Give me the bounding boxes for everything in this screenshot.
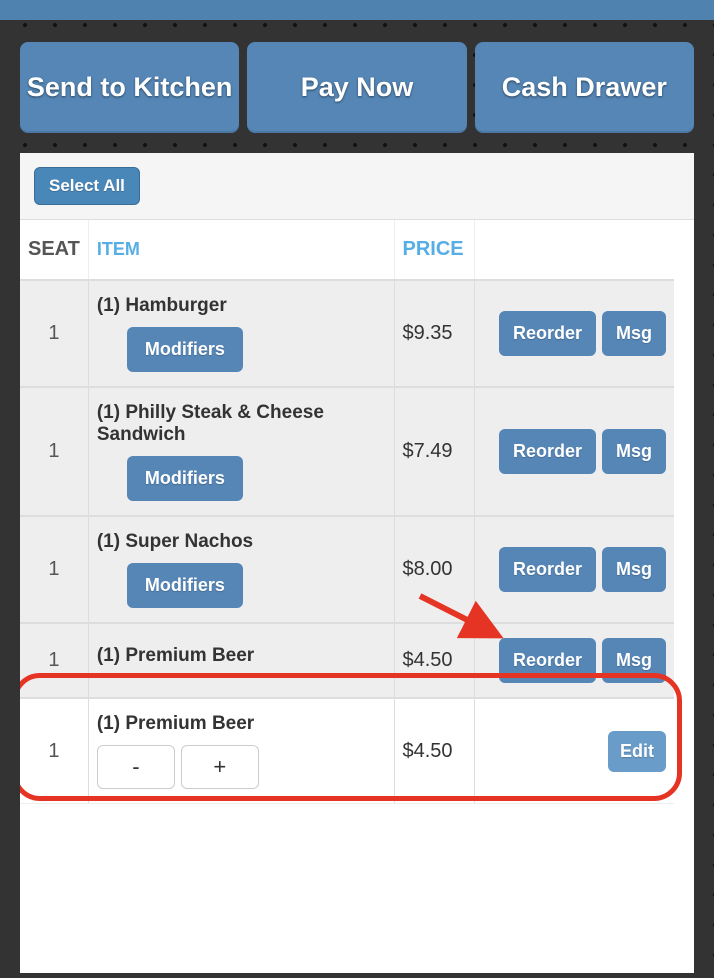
seat-cell: 1 [20,516,88,623]
seat-cell: 1 [20,280,88,387]
order-table: SEAT ITEM PRICE 1 (1) Hamburger Modifiers $… [20,220,674,804]
panel-header: Select All [20,153,694,220]
msg-button[interactable]: Msg [602,638,666,683]
order-panel: Select All SEAT ITEM PRICE 1(1) Hamburge… [20,153,694,973]
reorder-button[interactable]: Reorder [499,311,596,356]
item-cell: (1) Hamburger Modifiers [88,280,394,387]
action-row: Send to Kitchen Pay Now Cash Drawer [0,20,714,153]
cash-drawer-button[interactable]: Cash Drawer [475,42,694,133]
item-name: (1) Philly Steak & Cheese Sandwich [97,402,386,446]
msg-button[interactable]: Msg [602,547,666,592]
actions-cell: ReorderMsg [474,516,674,623]
item-cell: (1) Premium Beer [88,623,394,698]
table-row: 1(1) Premium Beer$4.50ReorderMsg [20,623,674,698]
seat-cell: 1 [20,387,88,516]
msg-button[interactable]: Msg [602,429,666,474]
actions-cell: ReorderMsg [474,623,674,698]
modifiers-button[interactable]: Modifiers [127,327,243,372]
price-cell: $4.50 [394,623,474,698]
col-actions [474,220,674,280]
edit-button[interactable]: Edit [608,731,666,772]
modifiers-button[interactable]: Modifiers [127,563,243,608]
reorder-button[interactable]: Reorder [499,429,596,474]
send-to-kitchen-button[interactable]: Send to Kitchen [20,42,239,133]
reorder-button[interactable]: Reorder [499,547,596,592]
col-item: ITEM [88,220,394,280]
price-cell: $8.00 [394,516,474,623]
table-row: 1(1) Super NachosModifiers$8.00ReorderMs… [20,516,674,623]
table-row: 1(1) HamburgerModifiers$9.35ReorderMsg [20,280,674,387]
col-seat: SEAT [20,220,88,280]
item-name: (1) Premium Beer [97,645,386,667]
item-name: (1) Premium Beer [97,713,386,735]
qty-row: -+ [97,745,386,789]
table-row: 1(1) Premium Beer-+$4.50Edit [20,698,674,804]
price-cell: $9.35 [394,280,474,387]
table-row: 1(1) Philly Steak & Cheese Sandwich Modif… [20,387,674,516]
actions-cell: ReorderMsg [474,280,674,387]
msg-button[interactable]: Msg [602,311,666,356]
modifiers-button[interactable]: Modifiers [127,456,243,501]
select-all-button[interactable]: Select All [34,167,140,205]
qty-minus-button[interactable]: - [97,745,175,789]
qty-plus-button[interactable]: + [181,745,259,789]
item-cell: (1) Super Nachos Modifiers [88,516,394,623]
price-cell: $7.49 [394,387,474,516]
actions-cell: Edit [474,698,674,804]
item-name: (1) Hamburger [97,295,386,317]
item-name: (1) Super Nachos [97,531,386,553]
actions-cell: ReorderMsg [474,387,674,516]
top-bar [0,0,714,20]
pay-now-button[interactable]: Pay Now [247,42,466,133]
seat-cell: 1 [20,623,88,698]
seat-cell: 1 [20,698,88,804]
item-cell: (1) Philly Steak & Cheese Sandwich Modifi… [88,387,394,516]
reorder-button[interactable]: Reorder [499,638,596,683]
price-cell: $4.50 [394,698,474,804]
item-cell: (1) Premium Beer -+ [88,698,394,804]
col-price: PRICE [394,220,474,280]
